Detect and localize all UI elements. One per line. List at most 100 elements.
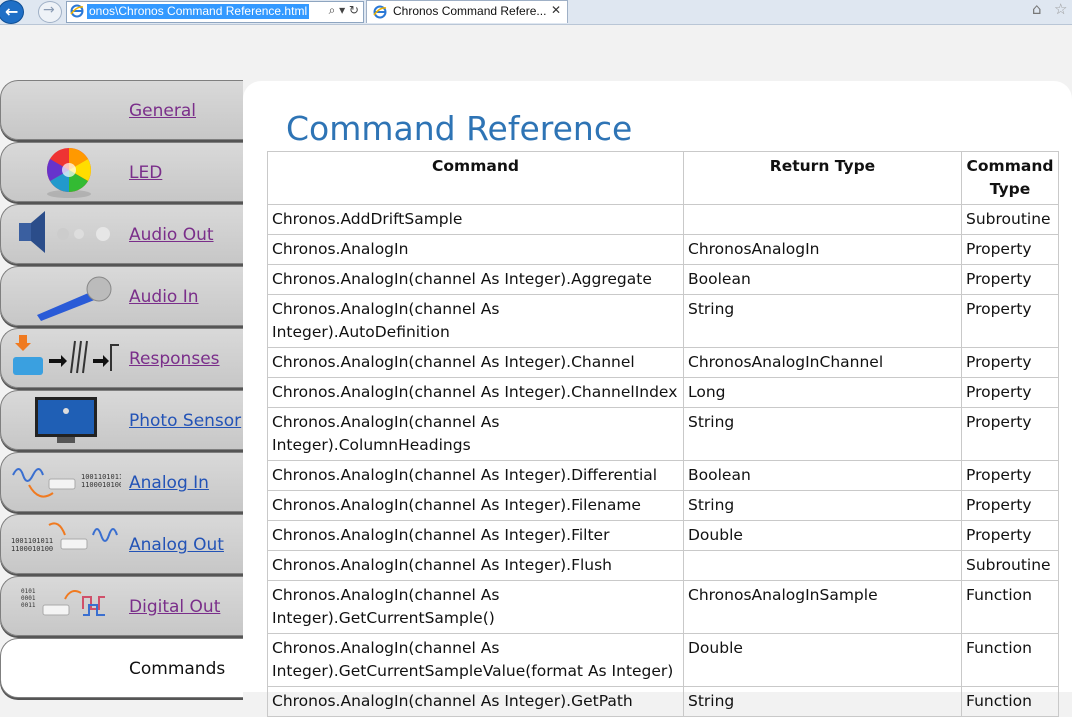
sidebar-item-audio-in[interactable]: Audio In	[0, 266, 243, 326]
table-row: Chronos.AnalogIn(channel As Integer).Aut…	[267, 294, 1059, 348]
sidebar-item-photo-sensor[interactable]: Photo Sensor	[0, 390, 243, 450]
cell-command-type: Property	[961, 294, 1059, 348]
table-row: Chronos.AnalogIn(channel As Integer).Get…	[267, 686, 1059, 717]
back-arrow-icon: ←	[5, 2, 19, 21]
cell-command: Chronos.AnalogIn(channel As Integer).Flu…	[267, 550, 684, 581]
cell-return-type: Boolean	[683, 460, 962, 491]
address-tools[interactable]: ⌕ ▾ ↻	[329, 3, 359, 18]
back-button[interactable]: ←	[0, 0, 24, 24]
table-row: Chronos.AddDriftSample Subroutine	[267, 204, 1059, 235]
svg-text:0011: 0011	[21, 602, 36, 609]
cell-return-type	[683, 204, 962, 235]
table-row: Chronos.AnalogIn(channel As Integer).Get…	[267, 633, 1059, 687]
sidebar-nav: General LED Audio Out Audio In Responses…	[0, 80, 243, 700]
address-url[interactable]: onos\Chronos Command Reference.html	[87, 4, 309, 19]
sidebar-item-audio-out[interactable]: Audio Out	[0, 204, 243, 264]
column-header-command: Command	[267, 151, 684, 205]
sidebar-item-analog-out[interactable]: 1001101011 1100010100 Analog Out	[0, 514, 243, 574]
cell-command-type: Function	[961, 580, 1059, 634]
cell-return-type: ChronosAnalogIn	[683, 234, 962, 265]
cell-command: Chronos.AnalogIn(channel As Integer).Cha…	[267, 377, 684, 408]
cell-command-type: Property	[961, 234, 1059, 265]
main-content: Command Reference Command Return Type Co…	[243, 81, 1072, 717]
sidebar-item-led[interactable]: LED	[0, 142, 243, 202]
svg-text:0001: 0001	[21, 595, 36, 602]
sidebar-link-audio-in[interactable]: Audio In	[129, 287, 199, 307]
analog-in-icon: 1001101011 1100010100	[12, 468, 121, 498]
color-wheel-icon	[47, 148, 91, 198]
cell-command: Chronos.AnalogIn	[267, 234, 684, 265]
forward-button[interactable]: →	[38, 1, 62, 23]
tab-title: Chronos Command Refere...	[393, 4, 547, 18]
sidebar-link-analog-out[interactable]: Analog Out	[129, 535, 224, 555]
table-row: Chronos.AnalogIn(channel As Integer).Col…	[267, 407, 1059, 461]
ie-page-icon	[70, 4, 84, 18]
command-reference-table: Command Return Type Command Type Chronos…	[267, 151, 1059, 717]
cell-command-type: Property	[961, 377, 1059, 408]
sidebar-link-responses[interactable]: Responses	[129, 349, 220, 369]
sidebar-link-led[interactable]: LED	[129, 163, 162, 183]
sidebar-item-digital-out[interactable]: 0101 0001 0011 Digital Out	[0, 576, 243, 636]
cell-command-type: Subroutine	[961, 204, 1059, 235]
cell-command-type: Subroutine	[961, 550, 1059, 581]
cell-command: Chronos.AnalogIn(channel As Integer).Get…	[267, 580, 684, 634]
svg-text:1100010100: 1100010100	[81, 481, 121, 489]
cell-return-type: String	[683, 490, 962, 521]
cell-command-type: Property	[961, 407, 1059, 461]
table-row: Chronos.AnalogIn(channel As Integer).Get…	[267, 580, 1059, 634]
browser-tab[interactable]: Chronos Command Refere... ✕	[366, 0, 568, 23]
cell-command: Chronos.AnalogIn(channel As Integer).Dif…	[267, 460, 684, 491]
table-row: Chronos.AnalogIn(channel As Integer).Agg…	[267, 264, 1059, 295]
svg-text:0101: 0101	[21, 588, 36, 595]
cell-return-type: Boolean	[683, 264, 962, 295]
home-icon[interactable]: ⌂	[1032, 0, 1042, 18]
address-bar[interactable]: onos\Chronos Command Reference.html ⌕ ▾ …	[66, 1, 364, 23]
sidebar-link-photo-sensor[interactable]: Photo Sensor	[129, 411, 241, 431]
cell-return-type: ChronosAnalogInChannel	[683, 347, 962, 378]
sidebar-link-general[interactable]: General	[129, 101, 196, 121]
sidebar-item-analog-in[interactable]: 1001101011 1100010100 Analog In	[0, 452, 243, 512]
table-row: Chronos.AnalogIn(channel As Integer).Flu…	[267, 550, 1059, 581]
cell-command: Chronos.AnalogIn(channel As Integer).Get…	[267, 633, 684, 687]
response-box-icon	[13, 335, 119, 375]
cell-return-type	[683, 550, 962, 581]
sidebar-item-responses[interactable]: Responses	[0, 328, 243, 388]
cell-command: Chronos.AnalogIn(channel As Integer).Fil…	[267, 520, 684, 551]
cell-return-type: Long	[683, 377, 962, 408]
svg-text:1001101011: 1001101011	[11, 537, 53, 545]
table-row: Chronos.AnalogIn ChronosAnalogIn Property	[267, 234, 1059, 265]
cell-command-type: Property	[961, 347, 1059, 378]
favorites-star-icon[interactable]: ☆	[1054, 0, 1067, 18]
cell-command-type: Function	[961, 686, 1059, 717]
table-row: Chronos.AnalogIn(channel As Integer).Dif…	[267, 460, 1059, 491]
cell-command: Chronos.AnalogIn(channel As Integer).Fil…	[267, 490, 684, 521]
monitor-sensor-icon	[35, 397, 97, 443]
cell-command-type: Function	[961, 633, 1059, 687]
speaker-icon	[19, 211, 110, 253]
cell-command-type: Property	[961, 460, 1059, 491]
forward-arrow-icon: →	[43, 2, 55, 18]
ie-tab-icon	[373, 5, 387, 19]
sidebar-link-audio-out[interactable]: Audio Out	[129, 225, 214, 245]
cell-command: Chronos.AnalogIn(channel As Integer).Cha…	[267, 347, 684, 378]
cell-return-type: String	[683, 407, 962, 461]
digital-out-icon: 0101 0001 0011	[21, 588, 105, 616]
cell-command-type: Property	[961, 490, 1059, 521]
cell-command: Chronos.AnalogIn(channel As Integer).Get…	[267, 686, 684, 717]
sidebar-label-commands: Commands	[129, 659, 226, 679]
tab-close-icon[interactable]: ✕	[551, 3, 561, 17]
table-row: Chronos.AnalogIn(channel As Integer).Fil…	[267, 490, 1059, 521]
sidebar-link-analog-in[interactable]: Analog In	[129, 473, 209, 493]
page-title: Command Reference	[286, 109, 633, 148]
svg-text:1001101011: 1001101011	[81, 473, 121, 481]
table-row: Chronos.AnalogIn(channel As Integer).Fil…	[267, 520, 1059, 551]
sidebar-item-general[interactable]: General	[0, 80, 243, 140]
sidebar-item-commands[interactable]: Commands	[0, 638, 243, 698]
cell-return-type: String	[683, 294, 962, 348]
cell-return-type: Double	[683, 520, 962, 551]
sidebar-link-digital-out[interactable]: Digital Out	[129, 597, 220, 617]
cell-command: Chronos.AnalogIn(channel As Integer).Agg…	[267, 264, 684, 295]
table-row: Chronos.AnalogIn(channel As Integer).Cha…	[267, 377, 1059, 408]
cell-command-type: Property	[961, 520, 1059, 551]
cell-return-type: Double	[683, 633, 962, 687]
